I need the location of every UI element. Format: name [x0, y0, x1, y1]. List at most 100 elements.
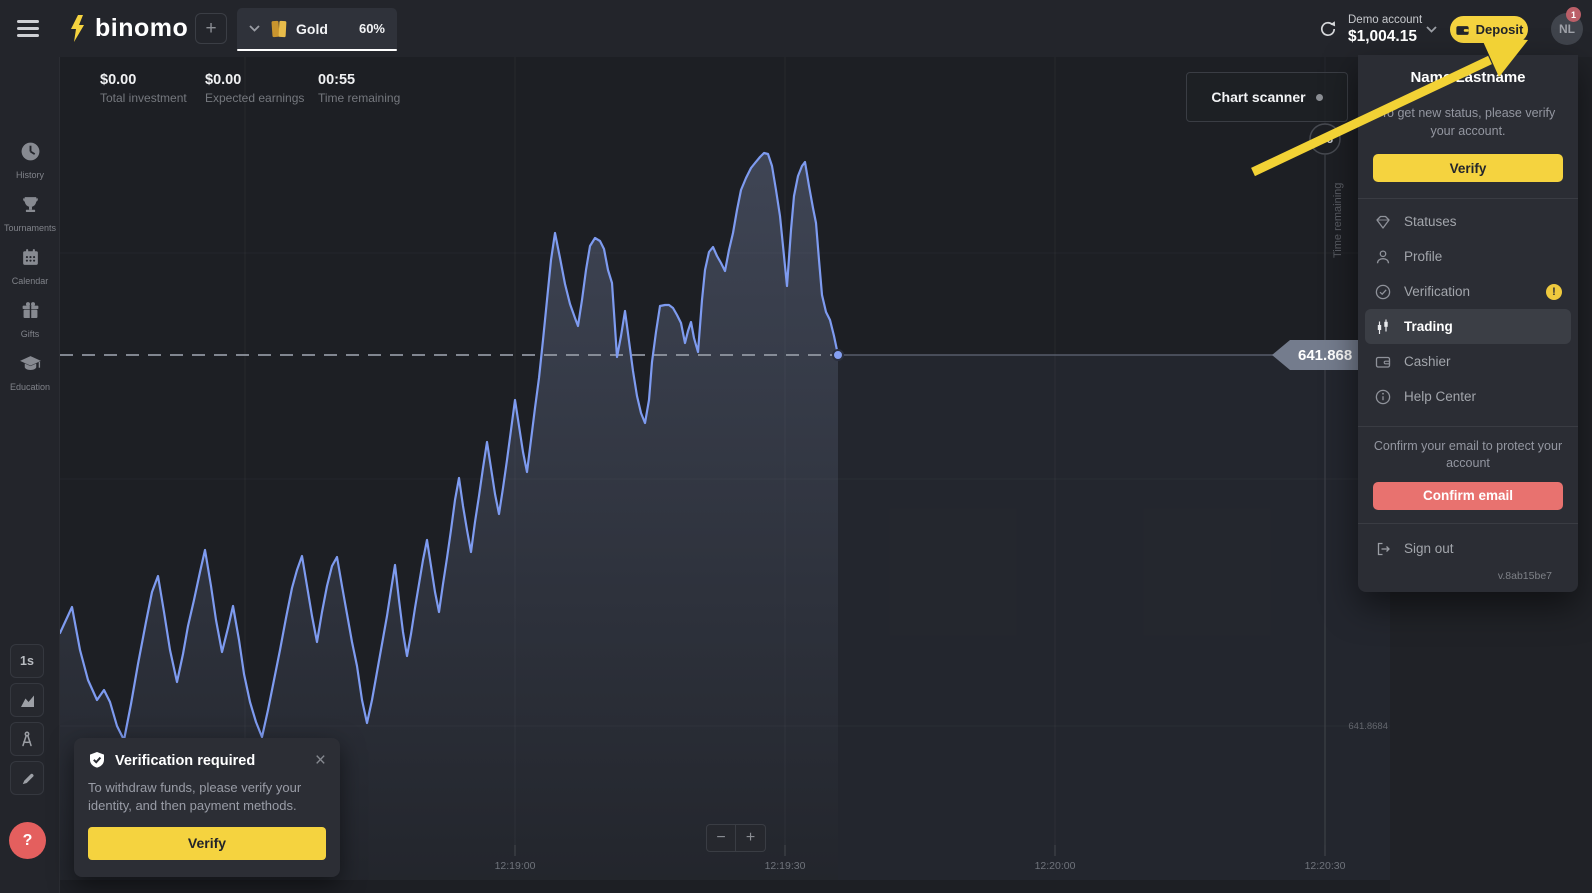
person-icon [1374, 248, 1392, 266]
stat-value: $0.00 [100, 72, 187, 88]
confirm-email-button[interactable]: Confirm email [1373, 482, 1563, 510]
menu-item-statuses[interactable]: Statuses [1358, 204, 1578, 239]
scanner-status-dot [1316, 94, 1323, 101]
clock-icon [20, 141, 41, 162]
stat-time-remaining: 00:55 Time remaining [318, 72, 400, 105]
account-type: Demo account [1348, 14, 1420, 26]
sidebar-item-education[interactable]: Education [0, 353, 60, 392]
pencil-icon [19, 770, 36, 787]
menu-item-cashier[interactable]: Cashier [1358, 344, 1578, 379]
current-price-label: 641.868 [1298, 347, 1352, 364]
timeframe-button[interactable]: 1s [10, 644, 44, 678]
binomo-logo: binomo [70, 14, 188, 43]
sidebar-item-gifts[interactable]: Gifts [0, 300, 60, 339]
sidebar-label: Education [0, 382, 60, 392]
info-circle-icon [1374, 388, 1392, 406]
gift-icon [20, 300, 41, 321]
graduation-cap-icon [19, 353, 42, 374]
hamburger-menu-icon[interactable] [17, 20, 39, 37]
countdown-label: :55 [1317, 134, 1333, 146]
wallet-icon [1374, 353, 1392, 371]
verification-alert-badge: ! [1546, 284, 1562, 300]
chart-scanner-label: Chart scanner [1211, 89, 1305, 105]
drawing-tools-button[interactable] [10, 761, 44, 795]
current-price-dot [833, 350, 843, 360]
shield-check-icon [88, 751, 106, 770]
verify-button[interactable]: Verify [1373, 154, 1563, 182]
user-menu-panel: Name Lastname To get new status, please … [1358, 55, 1578, 592]
sidebar-item-tournaments[interactable]: Tournaments [0, 194, 60, 233]
calendar-icon [20, 247, 41, 268]
deposit-button[interactable]: Deposit [1450, 16, 1528, 43]
menu-label: Cashier [1404, 354, 1451, 369]
stat-label: Total investment [100, 91, 187, 105]
binomo-trading-screen: 12:18:3012:19:0012:19:3012:20:0012:20:30… [0, 0, 1592, 893]
asset-payout: 60% [359, 21, 385, 36]
sidebar-label: Calendar [0, 276, 60, 286]
menu-label: Statuses [1404, 214, 1457, 229]
check-circle-icon [1374, 283, 1392, 301]
menu-label: Help Center [1404, 389, 1476, 404]
sidebar-label: Gifts [0, 329, 60, 339]
toast-verify-button[interactable]: Verify [88, 827, 326, 860]
chart-type-button[interactable] [10, 683, 44, 717]
stat-expected-earnings: $0.00 Expected earnings [205, 72, 304, 105]
area-chart-icon [19, 692, 36, 709]
stat-label: Time remaining [318, 91, 400, 105]
sidebar-item-history[interactable]: History [0, 141, 60, 180]
account-switcher[interactable]: Demo account $1,004.15 [1348, 14, 1420, 46]
bolt-icon [70, 15, 89, 42]
candlestick-icon [1374, 318, 1392, 336]
close-icon[interactable]: × [315, 754, 326, 768]
notification-badge: 1 [1566, 7, 1581, 22]
chevron-down-icon [249, 25, 260, 32]
sign-out-icon [1374, 540, 1392, 558]
trophy-icon [20, 194, 41, 215]
chart-zoom-controls: − + [706, 824, 766, 852]
menu-item-profile[interactable]: Profile [1358, 239, 1578, 274]
top-bar: binomo + Gold 60% Demo account $1,004.15 [0, 0, 1592, 57]
zoom-in-button[interactable]: + [736, 824, 766, 852]
compass-icon [18, 730, 36, 748]
sign-out-label: Sign out [1404, 541, 1454, 556]
wallet-icon [1455, 23, 1470, 37]
sign-out-button[interactable]: Sign out [1374, 534, 1562, 564]
chevron-down-icon[interactable] [1426, 26, 1437, 33]
help-button[interactable]: ? [9, 822, 46, 859]
left-sidebar: History Tournaments Calendar [0, 57, 60, 893]
menu-label: Verification [1404, 284, 1470, 299]
zoom-out-button[interactable]: − [706, 824, 736, 852]
stat-label: Expected earnings [205, 91, 304, 105]
sidebar-item-calendar[interactable]: Calendar [0, 247, 60, 286]
asset-name: Gold [296, 21, 328, 37]
chart-scanner-button[interactable]: Chart scanner [1186, 72, 1348, 122]
asset-tab-gold[interactable]: Gold 60% [237, 8, 397, 49]
account-balance: $1,004.15 [1348, 28, 1420, 46]
menu-label: Trading [1404, 319, 1453, 334]
asset-tab-underline [237, 49, 397, 51]
app-version: v.8ab15be7 [1374, 564, 1562, 582]
stat-total-investment: $0.00 Total investment [100, 72, 187, 105]
stat-value: $0.00 [205, 72, 304, 88]
time-remaining-axis-label: Time remaining [1332, 183, 1344, 258]
email-hint: Confirm your email to protect your accou… [1373, 438, 1563, 472]
price-axis-label: 641.8684 [1348, 721, 1388, 732]
sidebar-label: Tournaments [0, 223, 60, 233]
deposit-label: Deposit [1476, 22, 1524, 37]
add-asset-tab-button[interactable]: + [195, 13, 227, 44]
menu-item-trading[interactable]: Trading [1365, 309, 1571, 344]
menu-item-verification[interactable]: Verification ! [1358, 274, 1578, 309]
indicators-button[interactable] [10, 722, 44, 756]
stat-value: 00:55 [318, 72, 400, 88]
menu-label: Profile [1404, 249, 1442, 264]
gold-bars-icon [270, 19, 288, 39]
status-hint: To get new status, please verify your ac… [1378, 105, 1558, 140]
refresh-balance-icon[interactable] [1318, 19, 1338, 39]
diamond-icon [1374, 213, 1392, 231]
user-name: Name Lastname [1358, 69, 1578, 86]
menu-item-help-center[interactable]: Help Center [1358, 379, 1578, 414]
sidebar-label: History [0, 170, 60, 180]
toast-title: Verification required [115, 753, 255, 769]
brand-name: binomo [95, 14, 188, 43]
verification-toast: Verification required × To withdraw fund… [74, 738, 340, 877]
